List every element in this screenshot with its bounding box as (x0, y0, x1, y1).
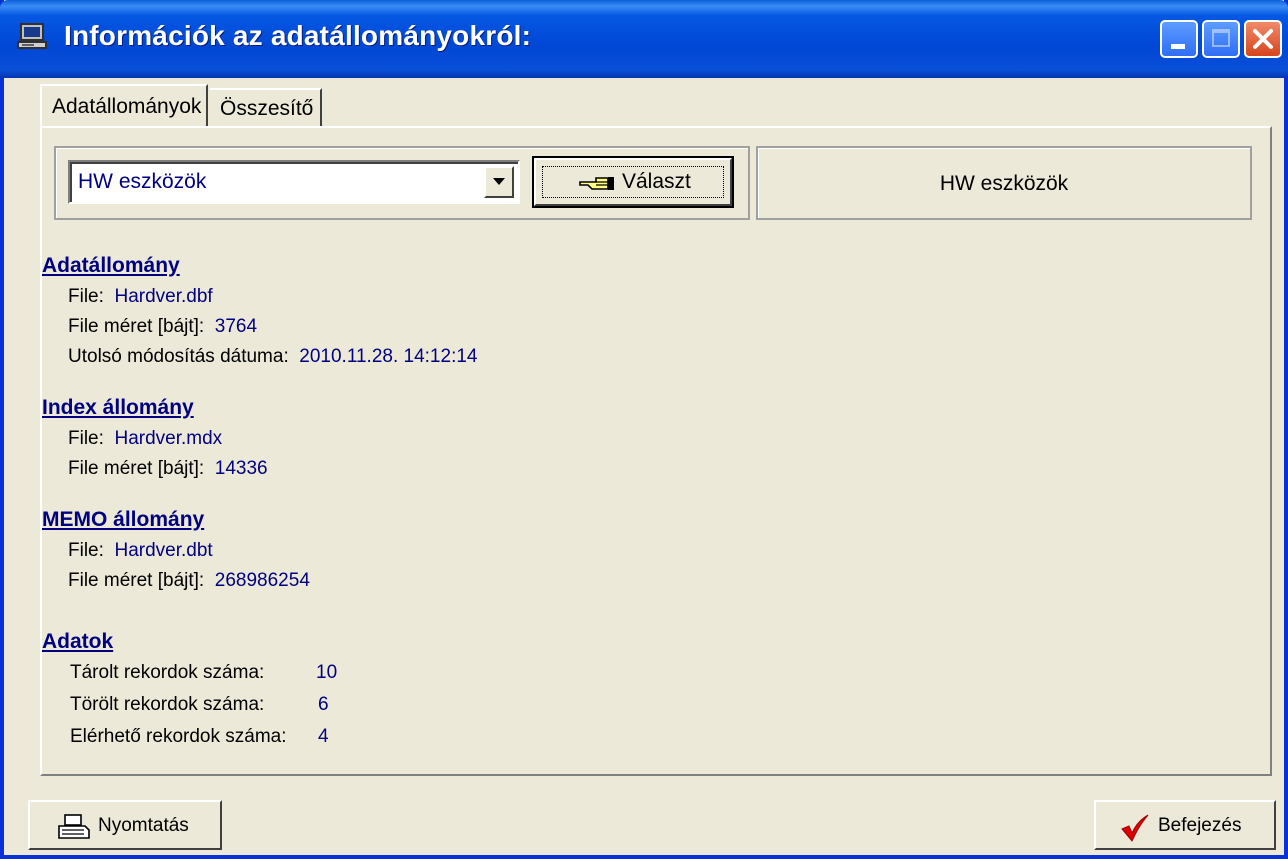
checkmark-icon (1120, 814, 1150, 848)
index-file-size-label: File méret [bájt]: (68, 458, 205, 479)
data-file-name-label: File: (68, 286, 104, 307)
data-file-name-value: Hardver.dbf (114, 286, 213, 307)
memo-file-section: MEMO állomány (42, 508, 204, 532)
data-file-size-value: 3764 (214, 316, 258, 337)
records-available-value: 4 (318, 726, 329, 747)
memo-file-heading: MEMO állomány (42, 508, 205, 531)
memo-file-name-row: File: Hardver.dbt (68, 540, 213, 562)
print-button-label: Nyomtatás (98, 815, 189, 836)
data-file-modified-value: 2010.11.28. 14:12:14 (299, 346, 478, 367)
data-file-size-row: File méret [bájt]: 3764 (68, 316, 257, 338)
dropdown-arrow-button[interactable] (484, 166, 514, 198)
data-file-heading: Adatállomány (42, 254, 180, 277)
select-button-label: Választ (622, 170, 691, 193)
finish-button-label: Befejezés (1158, 815, 1242, 836)
data-file-size-label: File méret [bájt]: (68, 316, 205, 337)
file-select-dropdown[interactable]: HW eszközök (68, 160, 520, 204)
close-button[interactable] (1244, 20, 1282, 58)
data-file-modified-label: Utolsó módosítás dátuma: (68, 346, 289, 367)
index-file-section: Index állomány (42, 396, 194, 420)
window-title: Információk az adatállományokról: (64, 20, 532, 51)
memo-file-size-label: File méret [bájt]: (68, 570, 205, 591)
data-file-modified-row: Utolsó módosítás dátuma: 2010.11.28. 14:… (68, 346, 477, 368)
current-selection-label: HW eszközök (939, 172, 1069, 195)
memo-file-name-label: File: (68, 540, 104, 561)
printer-icon (58, 814, 90, 846)
current-selection-panel: HW eszközök (756, 146, 1252, 220)
index-file-size-value: 14336 (214, 458, 268, 479)
records-section: Adatok (42, 630, 113, 654)
finish-button[interactable]: Befejezés (1094, 800, 1276, 850)
memo-file-size-row: File méret [bájt]: 268986254 (68, 570, 310, 592)
maximize-button[interactable] (1202, 20, 1240, 58)
close-icon (1253, 29, 1273, 49)
data-file-section: Adatállomány (42, 254, 180, 278)
records-deleted-value: 6 (318, 694, 329, 715)
title-bar[interactable]: Információk az adatállományokról: (0, 0, 1288, 78)
dropdown-value: HW eszközök (78, 170, 207, 193)
dropdown-arrow-icon (493, 178, 505, 185)
index-file-size-row: File méret [bájt]: 14336 (68, 458, 268, 480)
records-deleted-label: Törölt rekordok száma: (70, 694, 265, 715)
memo-file-name-value: Hardver.dbt (114, 540, 213, 561)
print-button[interactable]: Nyomtatás (28, 800, 222, 850)
hand-pointer-icon (578, 173, 618, 199)
records-stored-value: 10 (316, 662, 338, 683)
minimize-icon (1171, 44, 1185, 49)
records-heading: Adatok (42, 630, 114, 653)
select-button[interactable]: Választ (532, 156, 734, 208)
records-stored-label: Tárolt rekordok száma: (70, 662, 265, 683)
tab-data-files[interactable]: Adatállományok (40, 84, 208, 126)
memo-file-size-value: 268986254 (214, 570, 310, 591)
index-file-heading: Index állomány (42, 396, 194, 419)
minimize-button[interactable] (1160, 20, 1198, 58)
index-file-name-value: Hardver.mdx (114, 428, 223, 449)
index-file-name-row: File: Hardver.mdx (68, 428, 222, 450)
maximize-icon (1212, 29, 1230, 47)
data-file-name-row: File: Hardver.dbf (68, 286, 213, 308)
records-available-label: Elérhető rekordok száma: (70, 726, 287, 747)
computer-icon (16, 22, 50, 52)
index-file-name-label: File: (68, 428, 104, 449)
tab-summary[interactable]: Összesítő (210, 88, 322, 126)
